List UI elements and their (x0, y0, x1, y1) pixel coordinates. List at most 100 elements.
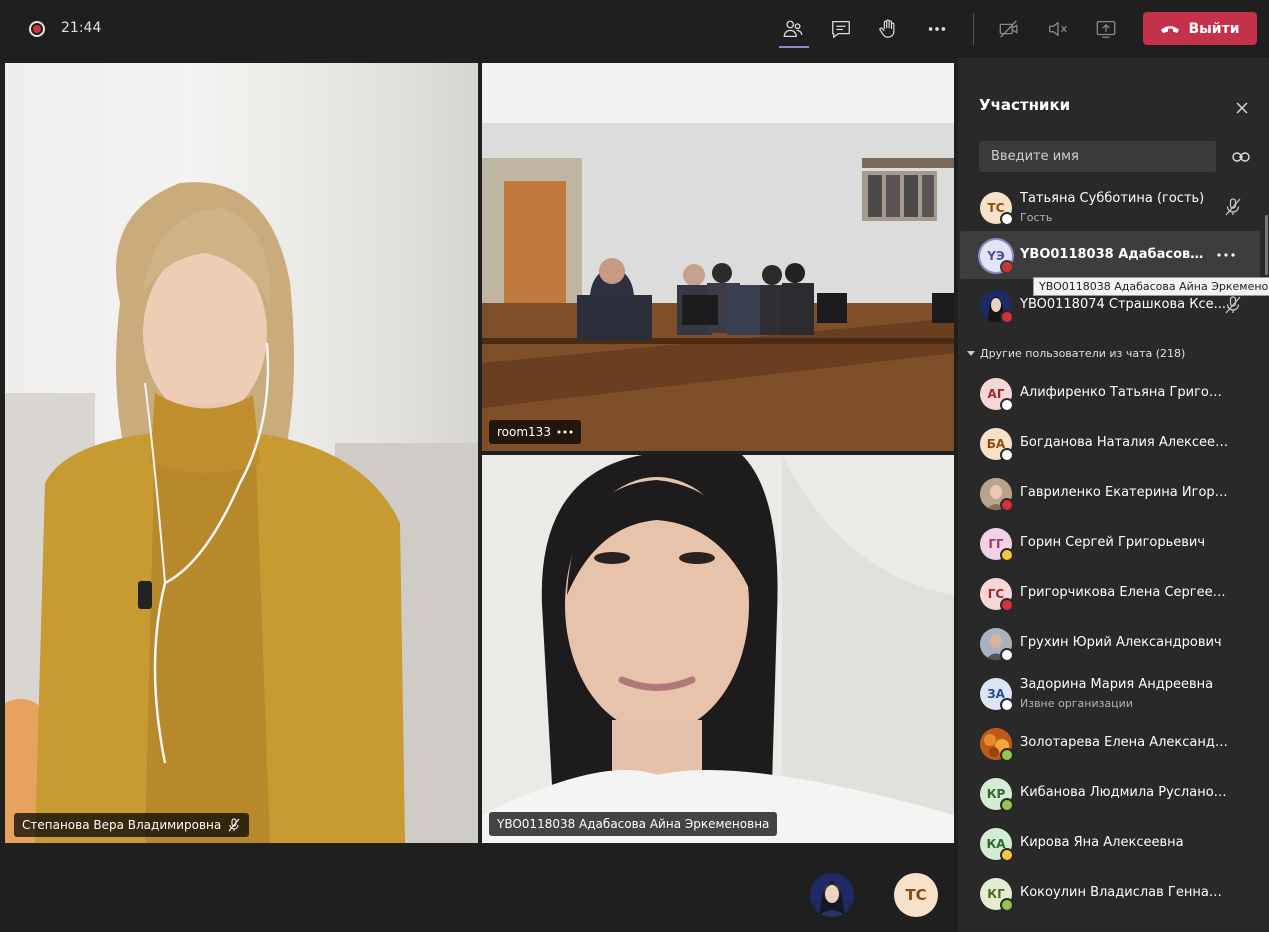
overflow-participant-avatar-tc[interactable]: ТС (894, 873, 938, 917)
panel-scrollbar[interactable] (1265, 215, 1268, 275)
recording-icon (29, 21, 45, 37)
avatar: ГС (980, 578, 1014, 612)
participant-name: Гавриленко Екатерина Игоревна (1020, 485, 1230, 500)
meeting-toolbar: 21:44 Выйти (0, 0, 1269, 58)
tile1-name: Степанова Вера Владимировна (22, 818, 222, 832)
participant-name: Кокоулин Владислав Геннадьевич (1020, 885, 1230, 900)
participant-name: Богданова Наталия Алексеевна (1020, 435, 1230, 450)
status-badge (1000, 848, 1014, 862)
hang-up-icon (1161, 25, 1180, 33)
status-badge (1000, 898, 1014, 912)
status-badge (1000, 798, 1014, 812)
mic-off-icon (1225, 296, 1241, 314)
show-chat-button[interactable] (828, 16, 854, 42)
status-badge (1000, 498, 1014, 512)
panel-title: Участники (979, 96, 1071, 114)
participant-name: Алифиренко Татьяна Григорьевна (1020, 385, 1230, 400)
status-badge (1000, 698, 1014, 712)
share-content-button[interactable] (1093, 16, 1119, 42)
leave-meeting-button[interactable]: Выйти (1143, 12, 1257, 45)
section-header-others[interactable]: Другие пользователи из чата (218) (967, 347, 1185, 360)
hand-icon (879, 19, 895, 38)
tile3-name: YBO0118038 Адабасова Айна Эркеменовна (497, 817, 770, 831)
participant-org-note: Извне организации (1020, 697, 1133, 710)
participant-name: YBO0118074 Страшкова Ксе... (1020, 297, 1226, 312)
list-item[interactable]: БА Богданова Наталия Алексеевна (958, 419, 1269, 467)
tile-name-label: room133 (489, 420, 581, 444)
name-tooltip: YBO0118038 Адабасова Айна Эркеменовна (1033, 277, 1269, 296)
status-badge (1000, 598, 1014, 612)
mic-off-icon (228, 818, 240, 832)
section-label: Другие пользователи из чата (218) (980, 347, 1186, 360)
tile2-name: room133 (497, 425, 551, 439)
video-tile-speaker[interactable]: Степанова Вера Владимировна (5, 63, 478, 843)
avatar (980, 290, 1014, 324)
participant-name: Золотарева Елена Александровна (1020, 735, 1230, 750)
list-item[interactable]: АГ Алифиренко Татьяна Григорьевна (958, 369, 1269, 417)
overflow-participant-avatar[interactable] (810, 873, 854, 917)
avatar: ГГ (980, 528, 1014, 562)
more-actions-button[interactable] (924, 16, 950, 42)
status-badge (1000, 212, 1014, 226)
camera-off-icon (999, 20, 1018, 38)
participant-name: Кибанова Людмила Руслановна (1020, 785, 1230, 800)
avatar: КА (980, 828, 1014, 862)
participant-name: Задорина Мария Андреевна (1020, 677, 1214, 692)
participant-name: Кирова Яна Алексеевна (1020, 835, 1184, 850)
show-participants-button[interactable] (780, 16, 806, 42)
participant-role: Гость (1020, 211, 1053, 224)
list-item[interactable]: КР Кибанова Людмила Руслановна (958, 769, 1269, 817)
ellipsis-icon[interactable] (557, 430, 573, 434)
leave-label: Выйти (1188, 20, 1240, 37)
people-icon (783, 20, 803, 37)
avatar (980, 628, 1014, 662)
status-badge (1000, 648, 1014, 662)
ellipsis-icon[interactable] (1217, 253, 1235, 257)
tile-name-label: Степанова Вера Владимировна (14, 813, 250, 837)
meeting-timer: 21:44 (61, 20, 102, 36)
status-badge (1000, 748, 1014, 762)
status-badge (1000, 548, 1014, 562)
participant-name: Григорчикова Елена Сергеевна (1020, 585, 1230, 600)
participant-name: Грухин Юрий Александрович (1020, 635, 1222, 650)
toolbar-divider (973, 13, 974, 45)
participant-search-input[interactable] (979, 141, 1216, 172)
list-item[interactable]: Гавриленко Екатерина Игоревна (958, 469, 1269, 517)
chat-icon (832, 21, 850, 38)
participants-panel: Участники ТС Татьяна Субботина (гость) Г… (958, 58, 1269, 932)
avatar: YЭ (980, 240, 1014, 274)
list-item[interactable]: ГГ Горин Сергей Григорьевич (958, 519, 1269, 567)
avatar: ЗА (980, 678, 1014, 712)
list-item[interactable]: Грухин Юрий Александрович (958, 619, 1269, 667)
mic-toggle-button[interactable] (1045, 16, 1071, 42)
list-item[interactable]: ГС Григорчикова Елена Сергеевна (958, 569, 1269, 617)
avatar: АГ (980, 378, 1014, 412)
participant-name: Горин Сергей Григорьевич (1020, 535, 1206, 550)
list-item[interactable]: Золотарева Елена Александровна (958, 719, 1269, 767)
ellipsis-icon (928, 27, 946, 31)
participant-name: Татьяна Субботина (гость) (1020, 191, 1205, 206)
status-badge (1000, 310, 1014, 324)
raise-hand-button[interactable] (875, 16, 901, 42)
list-item[interactable]: КА Кирова Яна Алексеевна (958, 819, 1269, 867)
avatar: КГ (980, 878, 1014, 912)
close-icon[interactable] (1235, 101, 1249, 115)
list-item[interactable]: КГ Кокоулин Владислав Геннадьевич (958, 869, 1269, 917)
active-tab-indicator (779, 46, 809, 48)
avatar (980, 728, 1014, 762)
camera-toggle-button[interactable] (996, 16, 1022, 42)
status-badge (1000, 260, 1014, 274)
participant-row-selected[interactable]: YЭ YBO0118038 Адабасова Ай... (960, 231, 1260, 279)
avatar: ТС (980, 192, 1014, 226)
list-item[interactable]: ЗА Задорина Мария Андреевна Извне органи… (958, 669, 1269, 717)
participant-photo (810, 873, 854, 917)
video-tile-participant[interactable]: YBO0118038 Адабасова Айна Эркеменовна (482, 455, 954, 843)
participant-row[interactable]: ТС Татьяна Субботина (гость) Гость (958, 183, 1269, 231)
speaker-mute-icon (1049, 21, 1067, 37)
tile-name-label: YBO0118038 Адабасова Айна Эркеменовна (489, 812, 778, 836)
participant-name: YBO0118038 Адабасова Ай... (1020, 247, 1210, 262)
share-screen-icon (1096, 21, 1116, 38)
video-tile-room[interactable]: room133 (482, 63, 954, 451)
avatar: БА (980, 428, 1014, 462)
link-icon[interactable] (1231, 148, 1251, 166)
